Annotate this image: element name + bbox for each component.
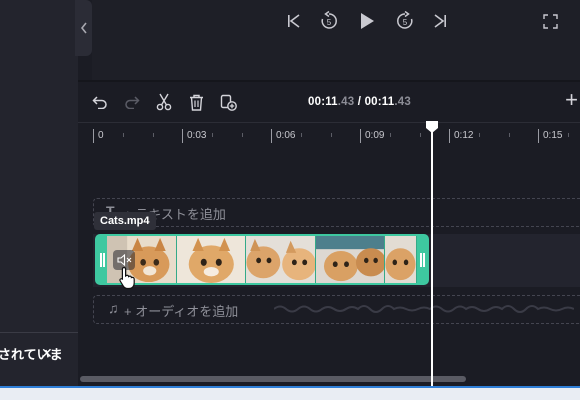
audio-track[interactable]: ♫ + オーディオを追加 xyxy=(93,295,580,324)
redo-icon[interactable] xyxy=(122,92,142,112)
skip-back-icon[interactable] xyxy=(284,10,304,32)
music-note-icon: ♫ xyxy=(108,300,119,316)
timecode-separator: / xyxy=(354,96,365,108)
ruler-minor-tick xyxy=(509,133,510,137)
ruler-minor-tick xyxy=(301,133,302,137)
ruler-minor-tick xyxy=(420,133,421,137)
ruler-tick: 0:06 xyxy=(271,129,295,143)
timecode: 00:11.43 / 00:11.43 xyxy=(308,96,411,108)
ruler-tick: 0:03 xyxy=(182,129,206,143)
clip-name-tooltip: Cats.mp4 xyxy=(94,212,156,230)
left-sidebar xyxy=(0,0,78,386)
play-icon[interactable] xyxy=(356,10,378,32)
video-player: 5 5 xyxy=(92,0,580,80)
cat-thumbnail xyxy=(385,236,418,283)
ruler-minor-tick xyxy=(212,133,213,137)
duplicate-icon[interactable] xyxy=(218,92,238,112)
audio-waveform xyxy=(274,305,574,313)
rewind-5-icon[interactable]: 5 xyxy=(318,10,340,32)
ruler-tick: 0:09 xyxy=(360,129,384,143)
total-time: 00:11 xyxy=(364,96,395,108)
trash-icon[interactable] xyxy=(186,92,206,112)
cat-thumbnail xyxy=(315,236,386,283)
taskbar-edge xyxy=(0,386,580,400)
total-time-fraction: .43 xyxy=(394,96,411,108)
zoom-in-button[interactable]: + xyxy=(565,89,578,111)
close-icon[interactable]: ✕ xyxy=(41,345,53,362)
cat-thumbnail xyxy=(176,236,247,283)
ruler-minor-tick xyxy=(568,133,569,137)
ruler-minor-tick xyxy=(390,133,391,137)
toast-divider xyxy=(0,332,78,333)
playhead-handle[interactable] xyxy=(425,120,439,134)
video-clip[interactable] xyxy=(95,234,429,285)
hand-cursor-icon xyxy=(118,266,138,295)
ruler-minor-tick xyxy=(123,133,124,137)
current-time: 00:11 xyxy=(308,96,338,108)
add-audio-label: + オーディオを追加 xyxy=(124,304,239,319)
current-time-fraction: .43 xyxy=(337,96,355,108)
undo-icon[interactable] xyxy=(90,92,110,112)
clip-trim-handle-left[interactable] xyxy=(97,236,107,283)
ruler-minor-tick xyxy=(153,133,154,137)
ruler-tick: 0:12 xyxy=(449,129,473,143)
chevron-left-icon xyxy=(80,22,87,34)
clip-thumbnails xyxy=(107,236,418,283)
fullscreen-icon[interactable] xyxy=(540,10,560,32)
playhead-line[interactable] xyxy=(431,124,433,386)
svg-text:5: 5 xyxy=(327,18,332,27)
timeline-scrollbar[interactable] xyxy=(80,376,466,382)
ruler-tick: 0 xyxy=(93,129,104,143)
timeline-toolbar: 00:11.43 / 00:11.43 + xyxy=(78,82,580,122)
forward-5-icon[interactable]: 5 xyxy=(394,10,416,32)
ruler-tick: 0:15 xyxy=(538,129,562,143)
toast-message: されていま xyxy=(0,347,63,362)
scissors-icon[interactable] xyxy=(154,92,174,112)
ruler-minor-tick xyxy=(242,133,243,137)
ruler-minor-tick xyxy=(331,133,332,137)
ruler-minor-tick xyxy=(479,133,480,137)
clip-trim-handle-right[interactable] xyxy=(417,236,427,283)
svg-text:5: 5 xyxy=(403,18,408,27)
timeline-ruler[interactable]: 0 0:03 0:06 0:09 0:12 0:15 xyxy=(78,122,580,147)
collapse-sidebar-button[interactable] xyxy=(75,0,92,56)
text-track[interactable]: T + テキストを追加 xyxy=(93,198,580,227)
skip-forward-icon[interactable] xyxy=(430,10,450,32)
cat-thumbnail xyxy=(246,236,316,283)
